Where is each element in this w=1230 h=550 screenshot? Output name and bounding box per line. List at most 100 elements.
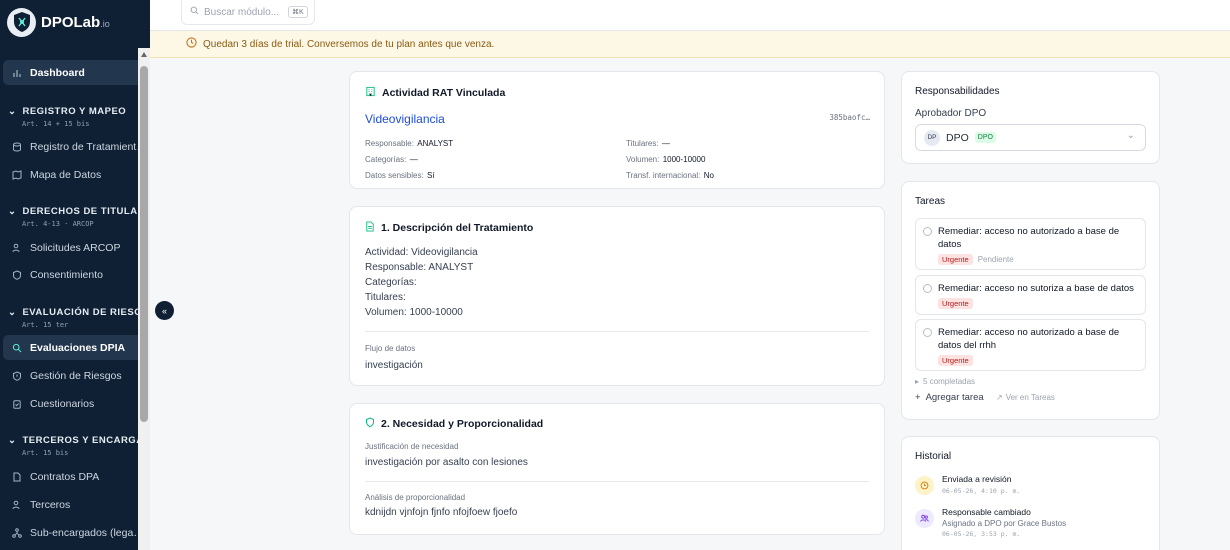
add-task-button[interactable]: + Agregar tarea xyxy=(915,392,984,403)
sidebar-item-solicitudes-arcop[interactable]: Solicitudes ARCOP xyxy=(3,235,144,260)
sidebar-item-registro-tratamiento[interactable]: Registro de Tratamient… xyxy=(3,134,144,159)
flujo-label: Flujo de datos xyxy=(365,344,416,353)
sidebar-item-gestion-riesgos[interactable]: Gestión de Riesgos xyxy=(3,363,144,388)
avatar: DP xyxy=(924,129,940,146)
card-title: Actividad RAT Vinculada xyxy=(382,87,506,99)
divider xyxy=(365,331,869,332)
rat-card: Actividad RAT Vinculada Videovigilancia … xyxy=(349,71,885,189)
collapse-sidebar-button[interactable]: « xyxy=(155,301,174,320)
field-titulares: Titulares: — xyxy=(626,139,670,148)
divider xyxy=(365,481,869,482)
view-tasks-label: Ver en Tareas xyxy=(1005,393,1055,402)
task-item[interactable]: Remediar: acceso no autorizado a base de… xyxy=(915,218,1146,270)
trial-message: Quedan 3 días de trial. Conversemos de t… xyxy=(203,38,495,50)
section-subtitle: Art. 4-13 · ARCOP xyxy=(22,220,94,228)
section-evaluacion[interactable]: ⌄ EVALUACIÓN DE RIESGO Art. 15 ter xyxy=(8,307,150,329)
users-icon xyxy=(11,499,22,510)
section-title: TERCEROS Y ENCARGA… xyxy=(22,435,150,446)
history-subtitle: Asignado a DPO por Grace Bustos xyxy=(942,519,1067,528)
urgent-badge: Urgente xyxy=(938,254,973,265)
section-subtitle: Art. 15 bis xyxy=(22,449,69,457)
view-tasks-link[interactable]: ↗ Ver en Tareas xyxy=(996,393,1055,402)
scroll-up-arrow-icon[interactable] xyxy=(141,52,147,57)
completed-toggle[interactable]: ▸ 5 completadas xyxy=(915,377,975,386)
task-checkbox[interactable] xyxy=(923,328,932,337)
app-name: DPOLab.io xyxy=(41,13,110,31)
card-title: 1. Descripción del Tratamiento xyxy=(381,222,534,234)
field-datos-sensibles: Datos sensibles: Sí xyxy=(365,171,435,180)
users-icon xyxy=(915,509,934,528)
descripcion-card: 1. Descripción del Tratamiento Actividad… xyxy=(349,206,885,386)
chevron-down-icon: ⌄ xyxy=(8,307,17,318)
sidebar-item-sub-encargados[interactable]: Sub-encargados (lega… xyxy=(3,520,144,545)
task-checkbox[interactable] xyxy=(923,227,932,236)
sidebar-item-label: Cuestionarios xyxy=(30,397,95,410)
rat-hash: 385baofc… xyxy=(829,113,870,122)
field-volumen: Volumen: 1000-10000 xyxy=(626,155,706,164)
clock-icon xyxy=(186,37,197,51)
sidebar-item-consentimiento[interactable]: Consentimiento xyxy=(3,262,144,287)
sidebar-item-contratos-dpa[interactable]: Contratos DPA xyxy=(3,464,144,489)
section-registro[interactable]: ⌄ REGISTRO Y MAPEO Art. 14 + 15 bis xyxy=(8,106,138,128)
aprobador-select[interactable]: DP DPO DPO ⌄ xyxy=(915,124,1146,151)
section-derechos[interactable]: ⌄ DERECHOS DE TITULAR… Art. 4-13 · ARCOP xyxy=(8,206,150,228)
task-checkbox[interactable] xyxy=(923,284,932,293)
section-title: REGISTRO Y MAPEO xyxy=(22,106,127,117)
sidebar-item-mapa-datos[interactable]: Mapa de Datos xyxy=(3,162,144,187)
plus-icon: + xyxy=(915,392,921,403)
responsabilidades-card: Responsabilidades Aprobador DPO DP DPO D… xyxy=(901,71,1160,164)
logo[interactable]: DPOLab.io xyxy=(0,0,150,44)
chevron-down-icon: ⌄ xyxy=(8,106,17,117)
section-subtitle: Art. 15 ter xyxy=(22,321,69,329)
trial-banner: Quedan 3 días de trial. Conversemos de t… xyxy=(150,31,1230,58)
sidebar-item-terceros[interactable]: Terceros xyxy=(3,492,144,517)
justificacion-label: Justificación de necesidad xyxy=(365,442,459,451)
topbar: Buscar módulo... ⌘K xyxy=(150,0,1230,31)
chevrons-left-icon: « xyxy=(161,305,167,316)
task-text: Remediar: acceso no autorizado a base de… xyxy=(938,226,1120,250)
desc-line-categorias: Categorías: xyxy=(365,277,417,288)
tareas-card: Tareas Remediar: acceso no autorizado a … xyxy=(901,181,1160,420)
sidebar-item-evaluaciones-dpia[interactable]: Evaluaciones DPIA xyxy=(3,335,144,360)
desc-line-actividad: Actividad: Videovigilancia xyxy=(365,247,478,258)
aprobador-name: DPO xyxy=(946,131,969,144)
shortcut-badge: ⌘K xyxy=(288,6,308,18)
section-terceros[interactable]: ⌄ TERCEROS Y ENCARGA… Art. 15 bis xyxy=(8,435,150,457)
sidebar-scrollbar[interactable] xyxy=(138,48,150,550)
desc-line-responsable: Responsable: ANALYST xyxy=(365,262,474,273)
sidebar-item-label: Mapa de Datos xyxy=(30,168,102,181)
sidebar-item-label: Registro de Tratamient… xyxy=(30,140,144,153)
historial-card: Historial Enviada a revisión 06-05-26, 4… xyxy=(901,436,1160,550)
chevron-down-icon: ⌄ xyxy=(8,206,17,217)
sidebar-item-cuestionarios[interactable]: Cuestionarios xyxy=(3,391,144,416)
sidebar-item-label: Sub-encargados (lega… xyxy=(30,526,144,539)
scrollbar-thumb[interactable] xyxy=(140,66,148,422)
task-item[interactable]: Remediar: acceso no autorizado a base de… xyxy=(915,319,1146,371)
necesidad-card: 2. Necesidad y Proporcionalidad Justific… xyxy=(349,403,885,535)
sidebar-item-label: Contratos DPA xyxy=(30,470,100,483)
role-badge: DPO xyxy=(974,132,996,143)
rat-activity-link[interactable]: Videovigilancia xyxy=(365,112,445,126)
task-text: Remediar: acceso no autorizado a base de… xyxy=(938,327,1120,351)
add-task-label: Agregar tarea xyxy=(925,392,984,403)
card-title: Historial xyxy=(915,451,952,462)
desc-line-volumen: Volumen: 1000-10000 xyxy=(365,307,463,318)
task-item[interactable]: Remediar: acceso no sutoriza a base de d… xyxy=(915,275,1146,315)
sidebar: DPOLab.io Dashboard ⌄ REGISTRO Y MAPEO Ar… xyxy=(0,0,150,550)
sidebar-item-dashboard[interactable]: Dashboard xyxy=(3,60,144,85)
file-contract-icon xyxy=(11,471,22,482)
search-input[interactable]: Buscar módulo... ⌘K xyxy=(181,0,315,25)
field-transferencia: Transf. internacional: No xyxy=(626,171,714,180)
section-title: DERECHOS DE TITULAR… xyxy=(22,206,150,217)
history-date: 06-05-26, 4:10 p. m. xyxy=(942,487,1021,495)
search-icon xyxy=(190,6,199,18)
search-placeholder: Buscar módulo... xyxy=(204,6,280,18)
file-text-icon xyxy=(365,221,375,235)
card-title: Responsabilidades xyxy=(915,86,1000,97)
proporcionalidad-label: Análisis de proporcionalidad xyxy=(365,493,466,502)
urgent-badge: Urgente xyxy=(938,298,973,309)
completed-count: 5 completadas xyxy=(923,377,976,386)
history-title: Responsable cambiado xyxy=(942,507,1031,517)
justificacion-value: investigación por asalto con lesiones xyxy=(365,457,528,468)
sidebar-item-label: Evaluaciones DPIA xyxy=(30,341,126,354)
